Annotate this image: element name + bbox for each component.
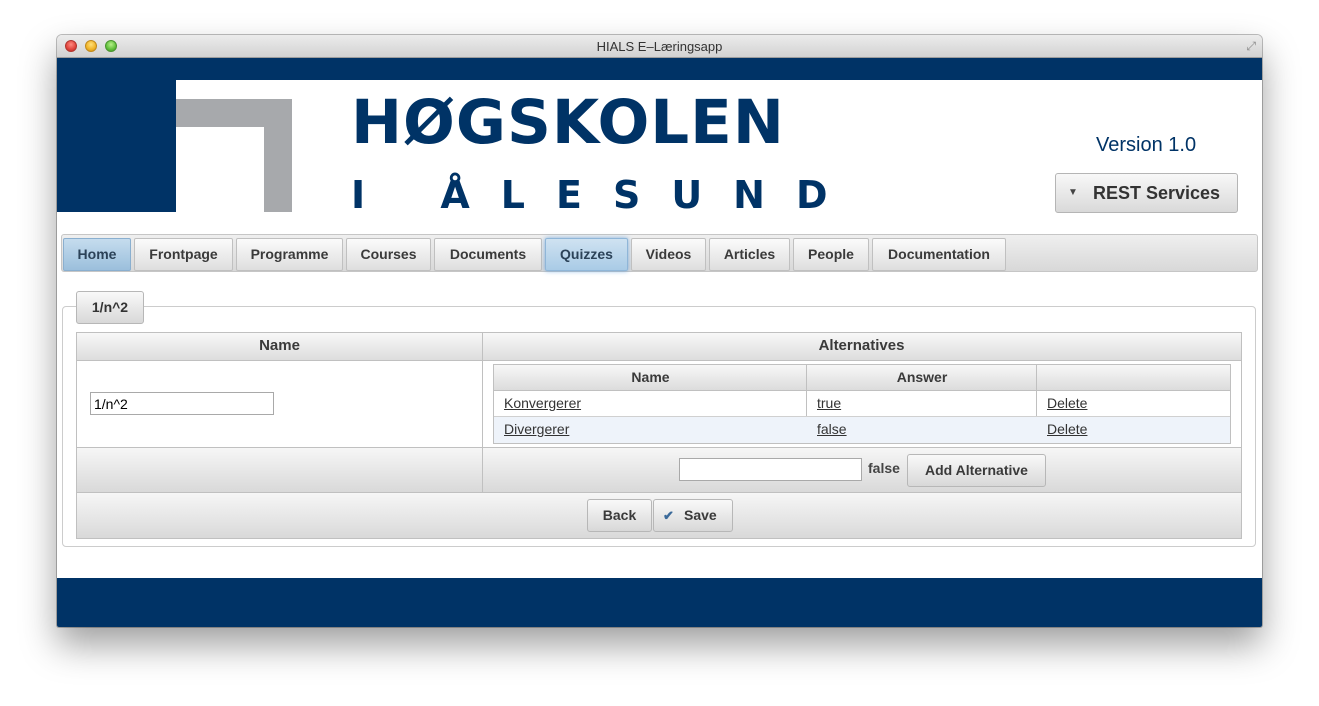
tab-courses[interactable]: Courses — [346, 238, 431, 271]
logo-text-line2: I ÅLESUND — [351, 173, 859, 217]
logo-mark-white — [176, 127, 264, 212]
save-button[interactable]: ✔ Save — [653, 499, 733, 532]
delete-alternative-link[interactable]: Delete — [1047, 417, 1087, 443]
add-alternative-row: false Add Alternative — [77, 447, 1241, 493]
alternative-row: Divergerer false Delete — [494, 417, 1230, 443]
new-alternative-answer[interactable]: false — [868, 460, 900, 476]
tab-frontpage[interactable]: Frontpage — [134, 238, 233, 271]
alternative-row: Konvergerer true Delete — [494, 391, 1230, 417]
logo-mark-blue — [57, 58, 176, 212]
alt-answer-header: Answer — [807, 365, 1037, 391]
window-title: HIALS E–Læringsapp — [596, 39, 723, 54]
tab-videos[interactable]: Videos — [631, 238, 706, 271]
fullscreen-icon[interactable]: ⤢ — [1246, 39, 1256, 54]
top-band — [57, 58, 1262, 80]
tab-quizzes[interactable]: Quizzes — [545, 238, 628, 271]
alternatives-column-header: Alternatives — [482, 333, 1241, 361]
version-label: Version 1.0 — [1096, 134, 1197, 156]
alt-name-header: Name — [494, 365, 807, 391]
tab-articles[interactable]: Articles — [709, 238, 790, 271]
alternative-answer-link[interactable]: true — [817, 391, 841, 417]
checkmark-icon: ✔ — [663, 508, 674, 523]
dropdown-triangle-icon: ▼ — [1068, 187, 1078, 198]
alternative-name-link[interactable]: Divergerer — [504, 417, 569, 443]
add-alternative-button[interactable]: Add Alternative — [907, 454, 1046, 487]
tab-people[interactable]: People — [793, 238, 869, 271]
name-column-header: Name — [77, 333, 482, 361]
alternative-answer-link[interactable]: false — [817, 417, 847, 443]
quiz-name-input[interactable] — [90, 392, 274, 415]
footer-band — [57, 578, 1262, 627]
grid-divider — [482, 448, 483, 493]
form-actions-row: Back ✔ Save — [77, 493, 1241, 538]
tab-home[interactable]: Home — [63, 238, 131, 271]
app-window: HIALS E–Læringsapp ⤢ HØGSKOLEN I ÅLESUND… — [57, 35, 1262, 627]
tab-documentation[interactable]: Documentation — [872, 238, 1006, 271]
save-label: Save — [684, 507, 717, 523]
quiz-legend-button[interactable]: 1/n^2 — [76, 291, 144, 324]
logo-text-line1: HØGSKOLEN — [351, 87, 785, 158]
alternatives-table: Name Answer Konvergerer true Delete Dive… — [493, 364, 1231, 444]
rest-services-label: REST Services — [1093, 183, 1221, 203]
alt-action-header — [1037, 365, 1230, 391]
main-tabbar: Home Frontpage Programme Courses Documen… — [61, 234, 1258, 272]
window-titlebar: HIALS E–Læringsapp ⤢ — [57, 35, 1262, 58]
rest-services-button[interactable]: ▼ REST Services — [1055, 173, 1238, 213]
tab-programme[interactable]: Programme — [236, 238, 343, 271]
quiz-grid: Name Alternatives Name Answer Konvergere… — [76, 332, 1242, 539]
delete-alternative-link[interactable]: Delete — [1047, 391, 1087, 417]
new-alternative-input[interactable] — [679, 458, 862, 481]
alternative-name-link[interactable]: Konvergerer — [504, 391, 581, 417]
tab-documents[interactable]: Documents — [434, 238, 542, 271]
back-button[interactable]: Back — [587, 499, 652, 532]
